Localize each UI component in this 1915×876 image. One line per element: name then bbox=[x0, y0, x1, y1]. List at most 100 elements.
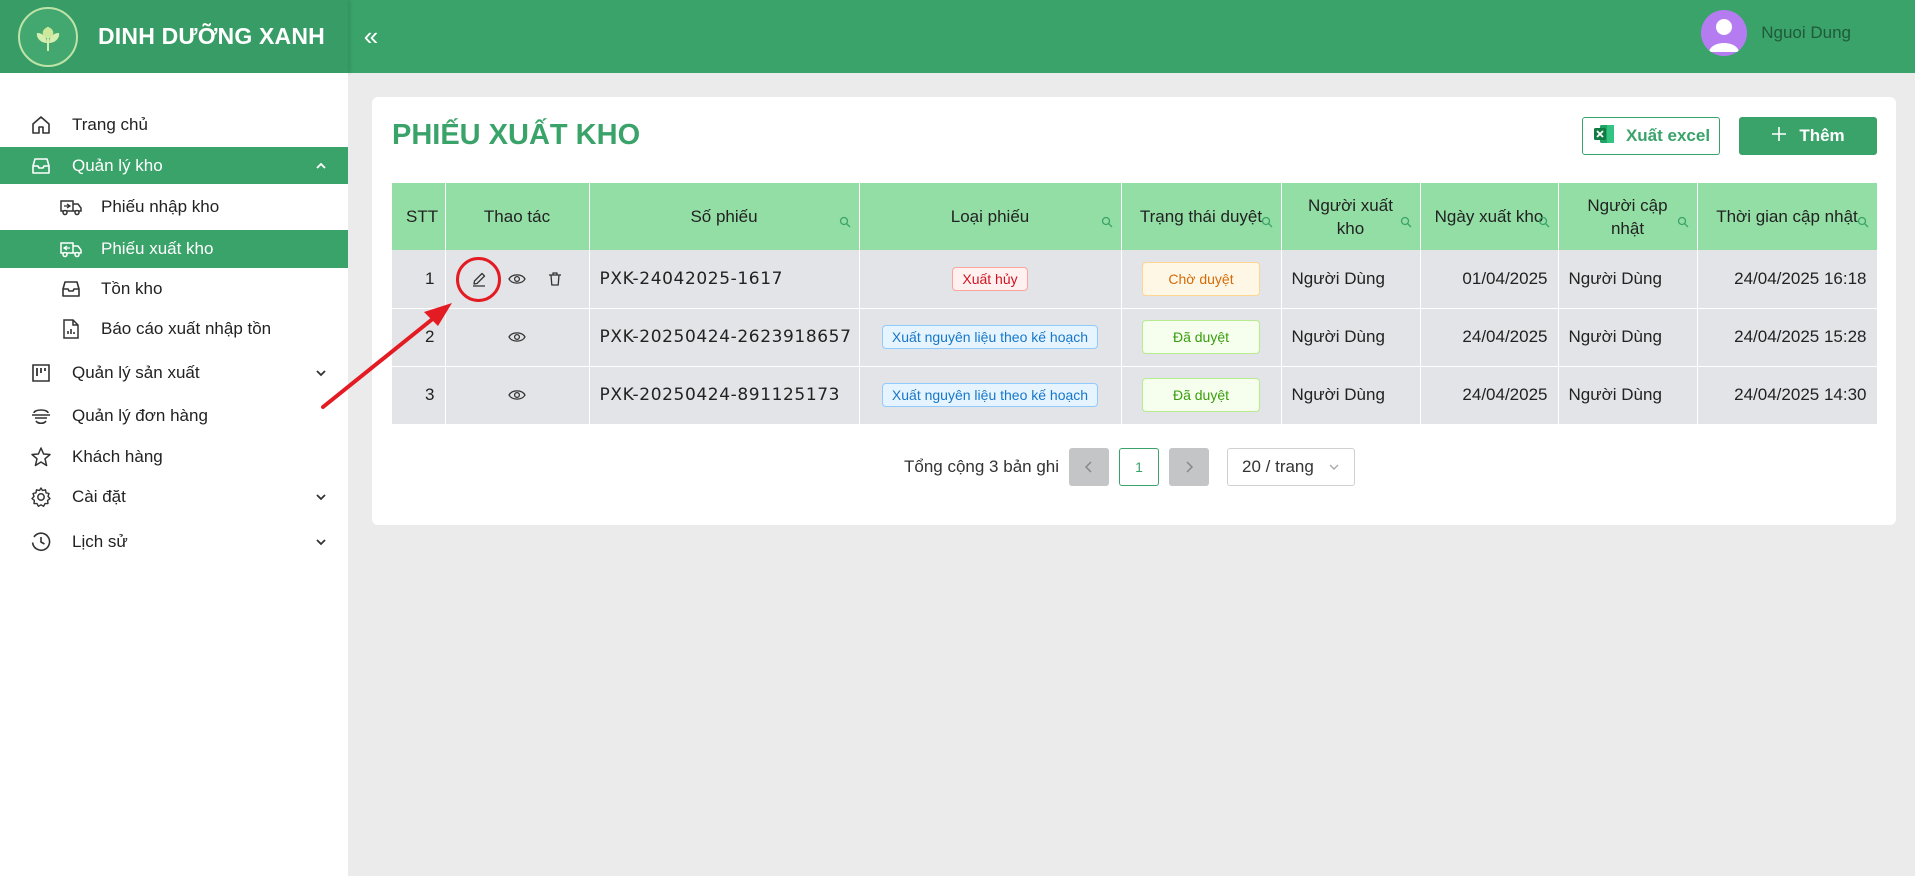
column-header-actions: Thao tác bbox=[445, 183, 590, 250]
column-header-export-date: Ngày xuất kho bbox=[1420, 183, 1559, 250]
excel-icon bbox=[1592, 123, 1616, 150]
cell-actions bbox=[445, 250, 590, 309]
sidebar-item-production[interactable]: Quản lý sản xuất bbox=[0, 355, 348, 391]
cell-updater: Người Dùng bbox=[1558, 366, 1698, 425]
search-icon[interactable] bbox=[1261, 211, 1273, 228]
table-row: 1 PXK-24042025-1617 Xuất hủy Chờ duyệt N… bbox=[392, 250, 1878, 309]
sidebar-item-settings[interactable]: Cài đặt bbox=[0, 479, 348, 515]
cell-export-date: 01/04/2025 bbox=[1420, 250, 1559, 309]
search-icon[interactable] bbox=[839, 211, 851, 228]
column-header-slip-type: Loại phiếu bbox=[859, 183, 1122, 250]
page-number-button[interactable]: 1 bbox=[1119, 448, 1160, 486]
search-icon[interactable] bbox=[1400, 211, 1412, 228]
user-menu[interactable]: Nguoi Dung bbox=[1701, 10, 1851, 56]
table-row: 2 PXK-20250424-2623918657 Xuất nguyên li… bbox=[392, 308, 1878, 367]
sidebar: Trang chủ Quản lý kho Phiếu nhập kho Phi… bbox=[0, 73, 348, 876]
brand-name: DINH DƯỠNG XANH bbox=[98, 23, 325, 49]
export-excel-button[interactable]: Xuất excel bbox=[1582, 117, 1720, 155]
star-icon bbox=[28, 444, 54, 470]
sidebar-item-warehouse[interactable]: Quản lý kho bbox=[0, 147, 348, 184]
sidebar-item-customers[interactable]: Khách hàng bbox=[0, 439, 348, 475]
cell-updated-time: 24/04/2025 16:18 bbox=[1697, 250, 1878, 309]
view-eye-icon[interactable] bbox=[507, 385, 527, 405]
home-icon bbox=[28, 112, 54, 138]
collapse-sidebar-button[interactable]: « bbox=[356, 21, 386, 52]
order-icon bbox=[28, 403, 54, 429]
factory-icon bbox=[28, 360, 54, 386]
truck-export-icon bbox=[58, 236, 84, 262]
top-header: DINH DƯỠNG XANH « Nguoi Dung bbox=[0, 0, 1915, 73]
column-header-exporter: Người xuất kho bbox=[1281, 183, 1421, 250]
cell-slip-type: Xuất nguyên liệu theo kế hoạch bbox=[859, 308, 1122, 367]
column-header-slip-number: Số phiếu bbox=[589, 183, 860, 250]
sidebar-item-inventory[interactable]: Tồn kho bbox=[0, 271, 348, 307]
cell-stt: 2 bbox=[392, 308, 446, 367]
sidebar-item-export-slip[interactable]: Phiếu xuất kho bbox=[0, 230, 348, 268]
pagination-total: Tổng cộng 3 bản ghi bbox=[904, 457, 1060, 476]
search-icon[interactable] bbox=[1538, 211, 1550, 228]
sidebar-item-label: Cài đặt bbox=[72, 487, 126, 506]
cell-exporter: Người Dùng bbox=[1281, 308, 1421, 367]
avatar[interactable] bbox=[1701, 10, 1748, 56]
sidebar-item-label: Quản lý kho bbox=[72, 155, 163, 175]
prev-page-button[interactable] bbox=[1069, 448, 1110, 486]
sidebar-item-home[interactable]: Trang chủ bbox=[0, 107, 348, 143]
cell-updated-time: 24/04/2025 14:30 bbox=[1697, 366, 1878, 425]
status-badge: Đã duyệt bbox=[1141, 378, 1261, 412]
history-icon bbox=[28, 529, 54, 555]
search-icon[interactable] bbox=[1857, 211, 1869, 228]
chevron-left-icon bbox=[1084, 461, 1092, 473]
view-eye-icon[interactable] bbox=[507, 269, 527, 289]
cell-updater: Người Dùng bbox=[1558, 250, 1698, 309]
pagination: Tổng cộng 3 bản ghi 1 20 / trang bbox=[904, 448, 1356, 486]
cell-updated-time: 24/04/2025 15:28 bbox=[1697, 308, 1878, 367]
export-slip-table: STT Thao tác Số phiếu Loại phiếu Trạng t… bbox=[392, 183, 1878, 425]
cell-actions bbox=[445, 366, 590, 425]
delete-trash-icon[interactable] bbox=[545, 269, 565, 289]
inbox-icon bbox=[58, 276, 84, 302]
sidebar-item-label: Tồn kho bbox=[101, 279, 163, 298]
cell-approval-status: Đã duyệt bbox=[1121, 366, 1282, 425]
add-button[interactable]: Thêm bbox=[1739, 117, 1877, 155]
gear-icon bbox=[28, 484, 54, 510]
sidebar-item-import-slip[interactable]: Phiếu nhập kho bbox=[0, 189, 348, 225]
leaf-logo-icon bbox=[18, 6, 78, 67]
cell-slip-number: PXK-20250424-891125173 bbox=[589, 366, 860, 425]
report-icon bbox=[58, 316, 84, 342]
page-size-select[interactable]: 20 / trang bbox=[1227, 448, 1356, 486]
cell-exporter: Người Dùng bbox=[1281, 250, 1421, 309]
sidebar-item-orders[interactable]: Quản lý đơn hàng bbox=[0, 398, 348, 434]
sidebar-item-report[interactable]: Báo cáo xuất nhập tồn bbox=[0, 311, 348, 347]
plus-icon bbox=[1771, 126, 1787, 147]
chevron-down-icon bbox=[314, 535, 328, 549]
user-name[interactable]: Nguoi Dung bbox=[1761, 23, 1851, 43]
brand: DINH DƯỠNG XANH bbox=[0, 0, 348, 73]
chevron-right-icon bbox=[1186, 461, 1194, 473]
column-header-approval-status: Trạng thái duyệt bbox=[1121, 183, 1282, 250]
view-eye-icon[interactable] bbox=[507, 327, 527, 347]
cell-export-date: 24/04/2025 bbox=[1420, 308, 1559, 367]
status-badge: Đã duyệt bbox=[1141, 320, 1261, 354]
status-badge: Chờ duyệt bbox=[1142, 261, 1260, 296]
search-icon[interactable] bbox=[1677, 211, 1689, 228]
edit-icon[interactable] bbox=[469, 269, 489, 289]
chevron-down-icon bbox=[314, 490, 328, 504]
slip-type-tag: Xuất nguyên liệu theo kế hoạch bbox=[881, 325, 1099, 349]
next-page-button[interactable] bbox=[1169, 448, 1210, 486]
chevron-up-icon bbox=[314, 159, 328, 173]
table-header-row: STT Thao tác Số phiếu Loại phiếu Trạng t… bbox=[392, 183, 1878, 250]
column-header-updater: Người cập nhật bbox=[1558, 183, 1698, 250]
search-icon[interactable] bbox=[1101, 211, 1113, 228]
page-title: PHIẾU XUẤT KHO bbox=[392, 119, 641, 151]
sidebar-item-label: Báo cáo xuất nhập tồn bbox=[101, 319, 272, 338]
main-card: PHIẾU XUẤT KHO Xuất excel Thêm STT Thao … bbox=[372, 97, 1896, 525]
column-header-updated-time: Thời gian cập nhật bbox=[1697, 183, 1878, 250]
slip-type-tag: Xuất nguyên liệu theo kế hoạch bbox=[881, 383, 1099, 407]
cell-exporter: Người Dùng bbox=[1281, 366, 1421, 425]
table-row: 3 PXK-20250424-891125173 Xuất nguyên liệ… bbox=[392, 366, 1878, 425]
cell-approval-status: Đã duyệt bbox=[1121, 308, 1282, 367]
cell-stt: 1 bbox=[392, 250, 446, 309]
export-excel-label: Xuất excel bbox=[1625, 126, 1711, 145]
sidebar-item-history[interactable]: Lịch sử bbox=[0, 524, 348, 560]
sidebar-item-label: Khách hàng bbox=[72, 447, 163, 466]
